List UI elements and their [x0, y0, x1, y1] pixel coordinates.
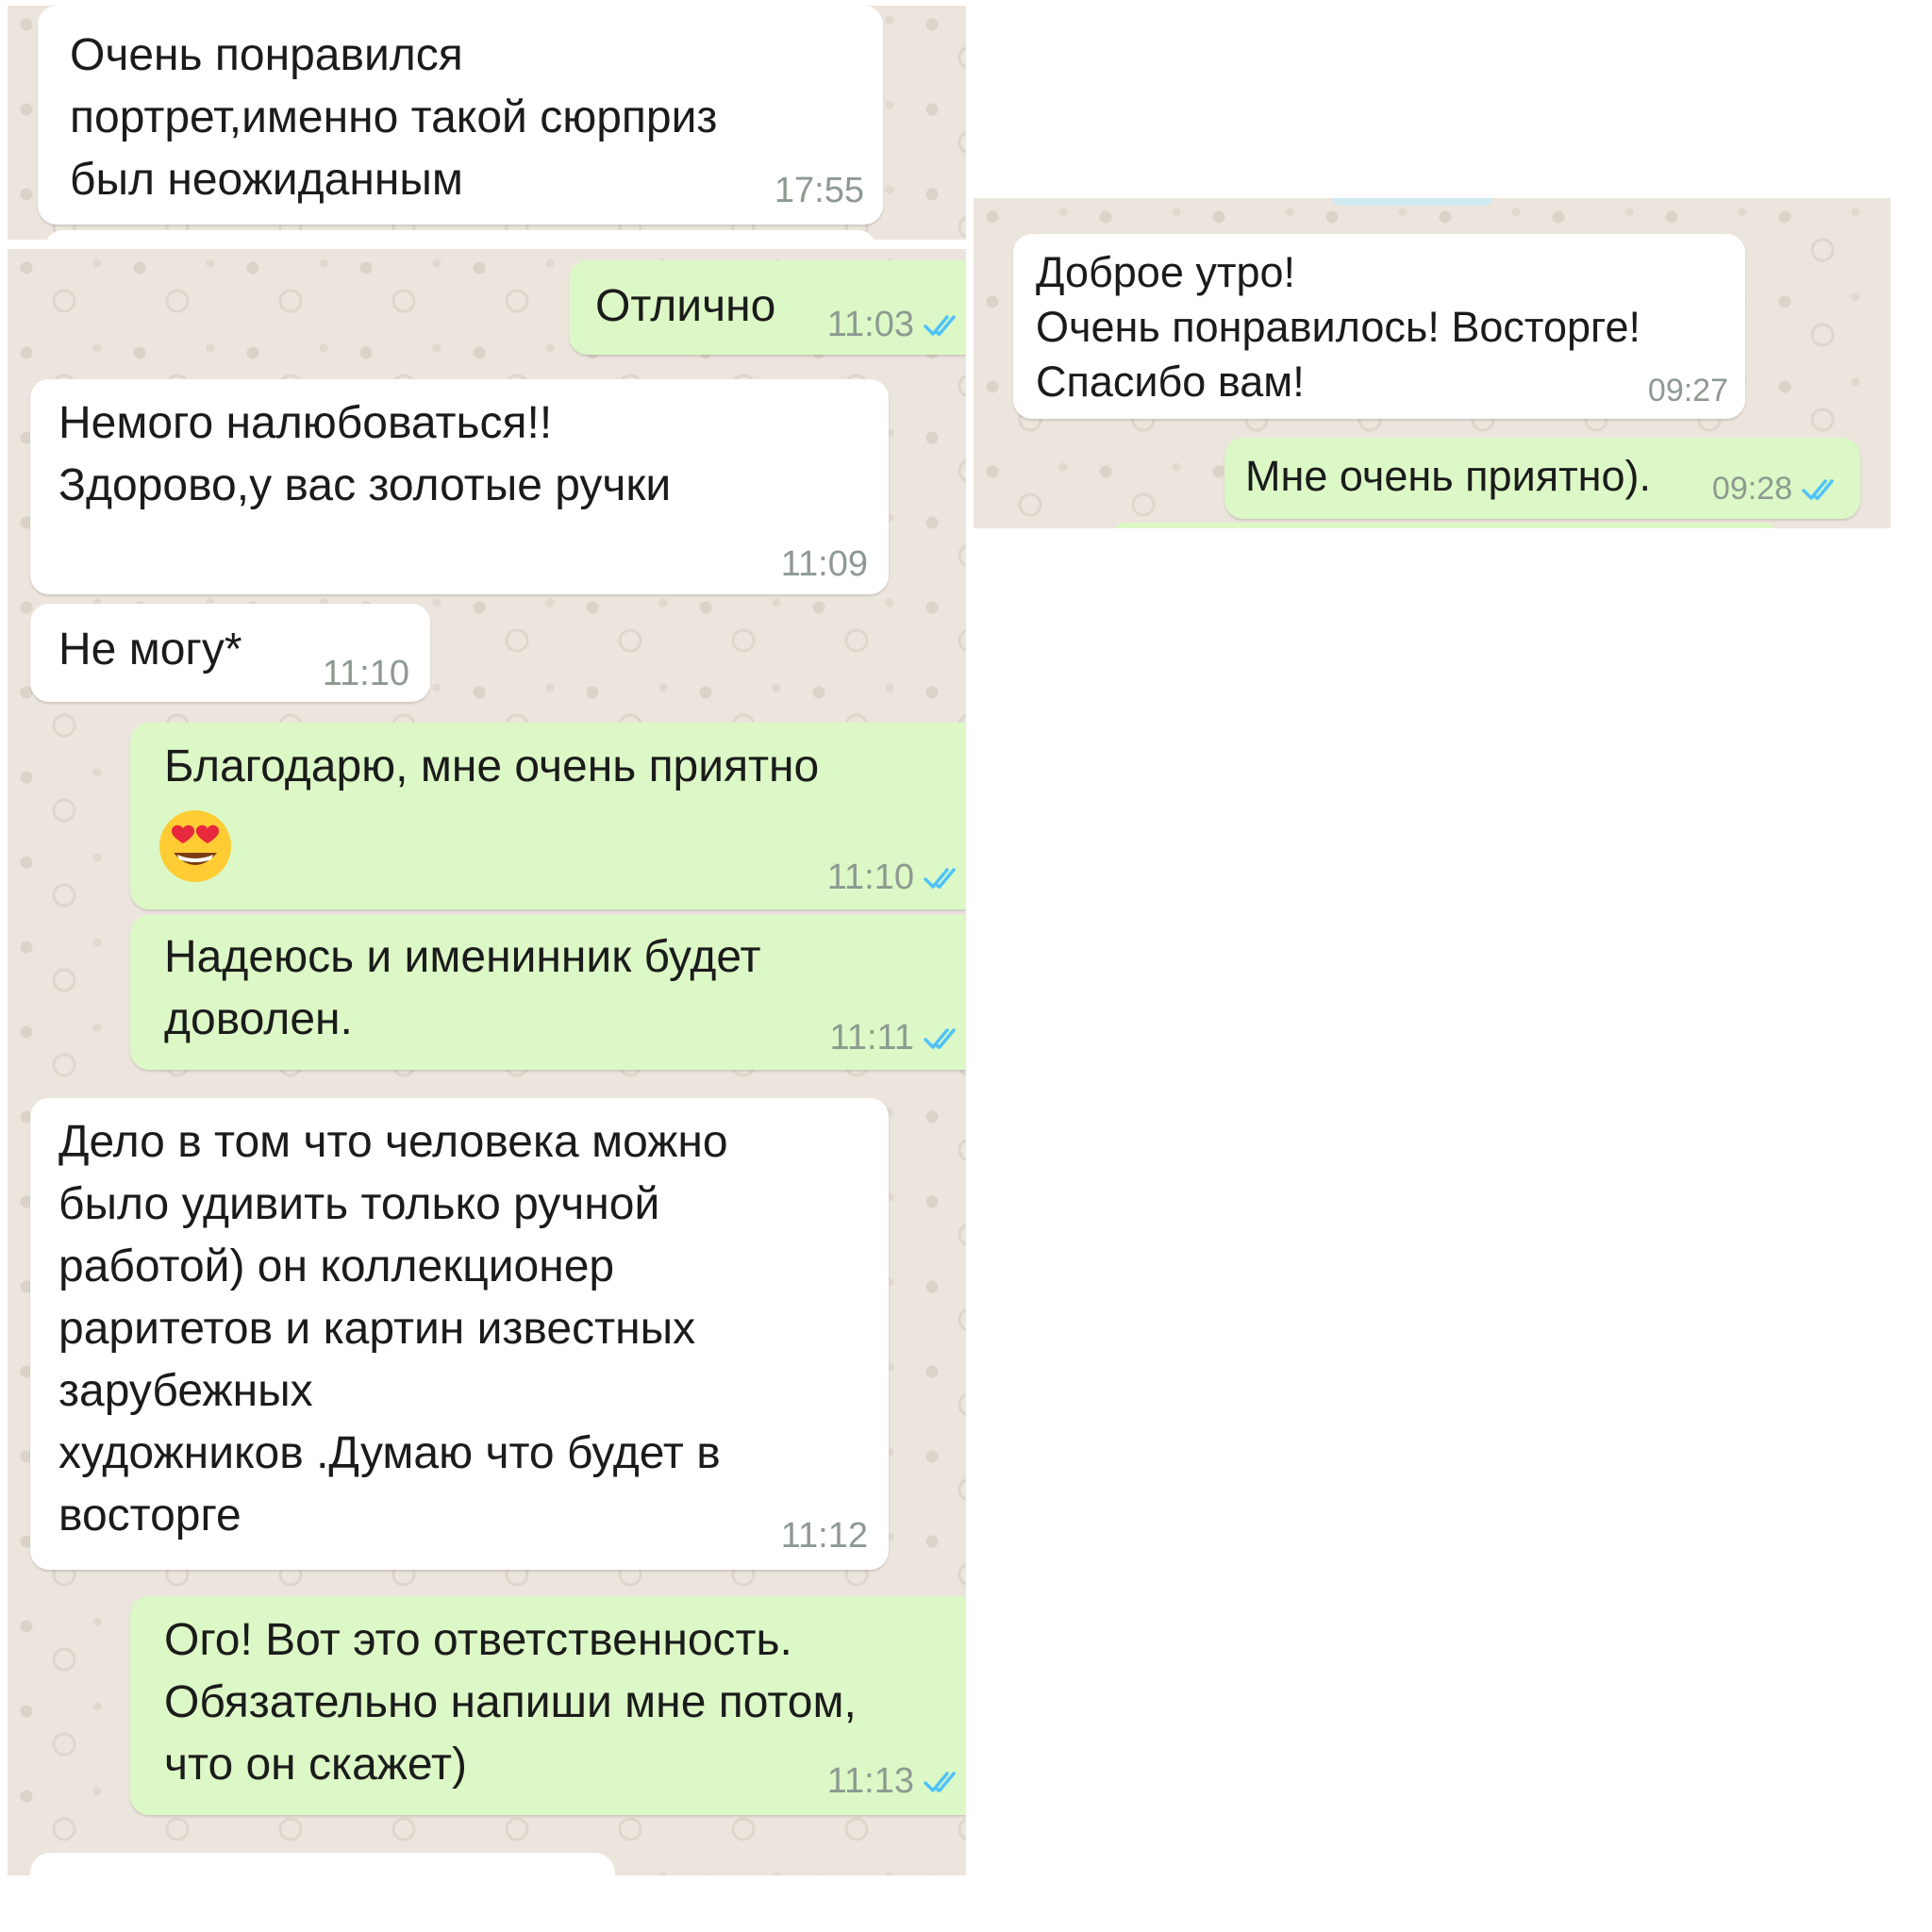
message-time: 11:10: [322, 654, 409, 693]
chat-screenshot-1: Очень понравился портрет,именно такой сю…: [8, 6, 966, 240]
heart-eyes-emoji: [159, 810, 231, 882]
message-text: Очень понравился портрет,именно такой сю…: [70, 30, 718, 205]
incoming-message[interactable]: Очень понравился портрет,именно такой сю…: [38, 6, 883, 225]
message-text: Отлично: [595, 281, 776, 331]
next-message-edge: [1115, 523, 1775, 528]
message-text: Доброе утро! Очень понравилось! Восторге…: [1036, 248, 1641, 406]
next-message-edge: [30, 1853, 615, 1875]
message-text: Не могу*: [58, 625, 242, 675]
message-time: 11:11: [829, 1018, 914, 1058]
message-time: 09:27: [1647, 373, 1728, 408]
read-receipt-icon: [924, 314, 956, 336]
message-text: Благодарю, мне очень приятно: [164, 741, 820, 791]
read-receipt-icon: [924, 867, 956, 889]
message-text: Мне очень приятно).: [1245, 452, 1652, 500]
message-time: 11:13: [826, 1761, 914, 1801]
outgoing-message[interactable]: Ого! Вот это ответственность. Обязательн…: [130, 1596, 966, 1815]
previous-message-edge: [1332, 198, 1492, 206]
read-receipt-icon: [924, 1771, 956, 1792]
message-meta: 11:11: [830, 1018, 965, 1058]
incoming-message[interactable]: Немого налюбоваться!! Здорово,у вас золо…: [30, 379, 889, 594]
message-text: Надеюсь и именинник будет доволен.: [164, 932, 761, 1044]
incoming-message[interactable]: Не могу* 11:10: [30, 604, 430, 702]
message-time: 11:09: [780, 544, 868, 584]
outgoing-message[interactable]: Мне очень приятно). 09:28: [1224, 438, 1860, 519]
message-time: 09:28: [1711, 471, 1792, 507]
incoming-message[interactable]: Доброе утро! Очень понравилось! Восторге…: [1013, 234, 1745, 419]
outgoing-message[interactable]: Отлично 11:03: [569, 260, 966, 355]
outgoing-message[interactable]: Надеюсь и именинник будет доволен. 11:11: [130, 915, 966, 1070]
chat-screenshot-2: Отлично 11:03 Немого налюбоваться!! Здор…: [8, 249, 966, 1875]
message-text: Дело в том что человека можно было удиви…: [58, 1117, 728, 1541]
message-meta: 11:13: [827, 1761, 965, 1802]
chat-screenshot-3: Доброе утро! Очень понравилось! Восторге…: [974, 198, 1890, 528]
message-text: Ого! Вот это ответственность. Обязательн…: [164, 1615, 857, 1790]
message-time: 11:10: [826, 858, 914, 897]
message-time: 17:55: [774, 171, 864, 210]
message-meta: 11:03: [827, 305, 965, 345]
outgoing-message[interactable]: Благодарю, мне очень приятно 11:10: [130, 723, 966, 909]
read-receipt-icon: [1802, 478, 1834, 500]
message-meta: 11:10: [827, 858, 965, 898]
read-receipt-icon: [924, 1027, 956, 1049]
incoming-message[interactable]: Дело в том что человека можно было удиви…: [30, 1098, 889, 1570]
message-text: Немого налюбоваться!! Здорово,у вас золо…: [58, 398, 672, 510]
next-message-edge: [45, 230, 875, 240]
message-time: 11:12: [780, 1516, 868, 1556]
message-time: 11:03: [826, 305, 914, 344]
message-meta: 09:28: [1712, 471, 1843, 508]
